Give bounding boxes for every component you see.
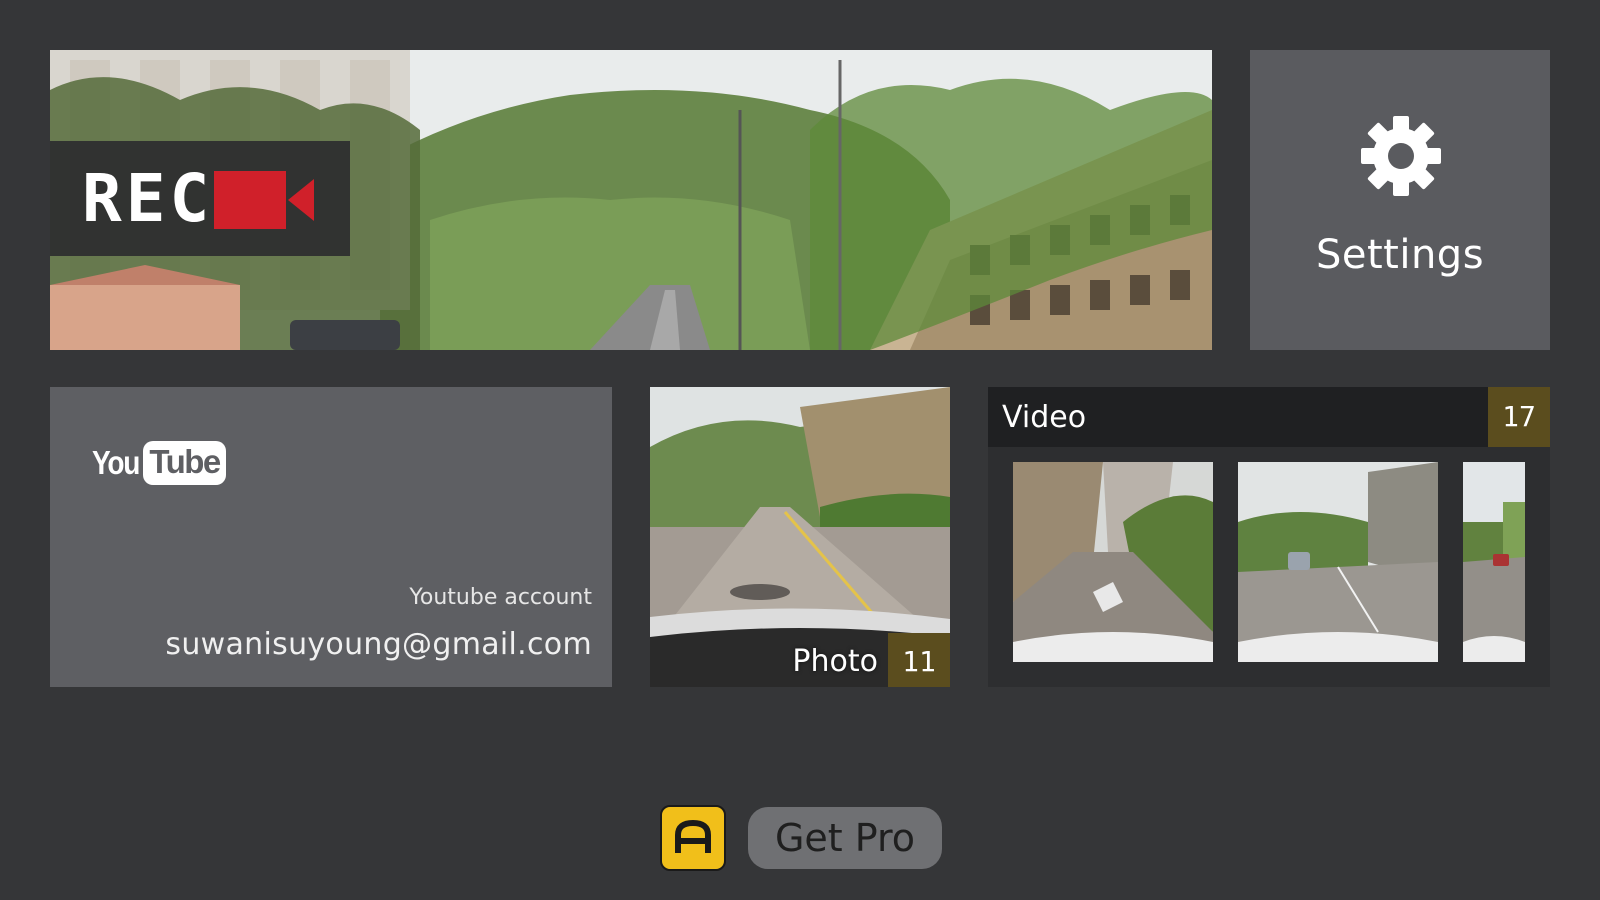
rec-label: REC xyxy=(82,160,214,237)
video-label: Video xyxy=(1002,400,1087,435)
photo-count-badge: 11 xyxy=(888,633,950,687)
youtube-account-email: suwanisuyoung@gmail.com xyxy=(165,627,592,662)
video-camera-icon xyxy=(214,171,314,229)
video-thumbnail-3-image xyxy=(1463,462,1525,662)
video-header: Video 17 xyxy=(988,387,1550,447)
photo-gallery-tile[interactable]: Photo 11 xyxy=(650,387,950,687)
video-thumbnail-2-image xyxy=(1238,462,1438,662)
settings-tile[interactable]: Settings xyxy=(1250,50,1550,350)
video-gallery-tile[interactable]: Video 17 xyxy=(988,387,1550,687)
youtube-account-tile[interactable]: You Tube Youtube account suwanisuyoung@g… xyxy=(50,387,612,687)
rec-button[interactable]: REC xyxy=(50,141,350,256)
youtube-logo-you: You xyxy=(92,444,140,481)
youtube-logo: You Tube xyxy=(92,441,226,485)
youtube-logo-tube: Tube xyxy=(143,441,226,485)
camera-preview-tile[interactable]: REC xyxy=(50,50,1212,350)
gear-icon xyxy=(1361,116,1441,196)
app-logo-glyph xyxy=(675,820,711,853)
video-thumbnail-2[interactable] xyxy=(1238,462,1438,662)
video-thumbnail-3[interactable] xyxy=(1463,462,1525,662)
youtube-account-caption: Youtube account xyxy=(409,585,592,610)
video-thumbnail-1-image xyxy=(1013,462,1213,662)
video-thumbnail-1[interactable] xyxy=(1013,462,1213,662)
settings-label: Settings xyxy=(1315,232,1485,278)
video-count-badge: 17 xyxy=(1488,387,1550,447)
photo-label: Photo xyxy=(792,644,878,679)
app-logo-icon[interactable] xyxy=(660,805,726,871)
get-pro-button[interactable]: Get Pro xyxy=(748,807,942,869)
